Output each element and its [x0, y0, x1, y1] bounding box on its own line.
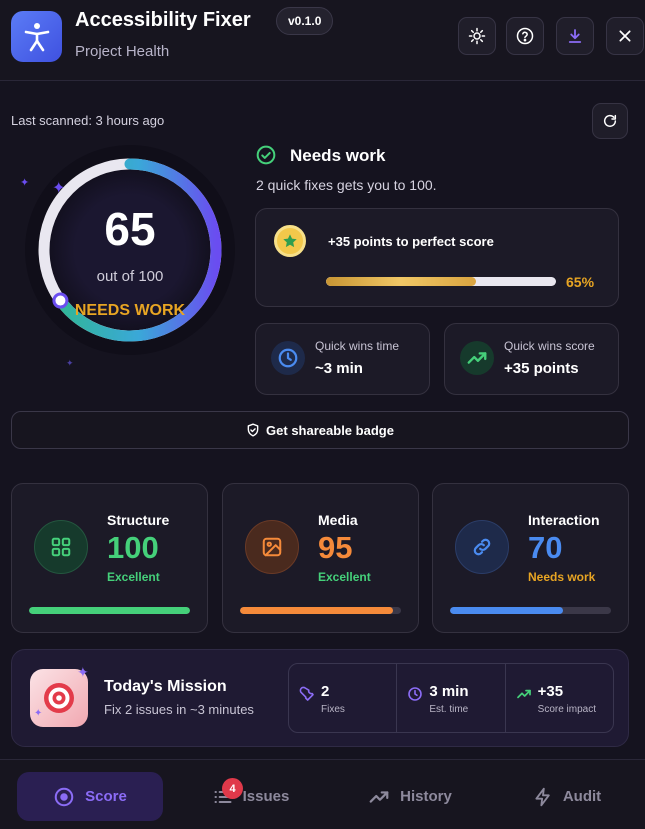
score-status: NEEDS WORK [74, 302, 186, 319]
category-rating: Excellent [107, 570, 160, 584]
trending-up-icon [460, 341, 494, 375]
link-icon [455, 520, 509, 574]
mission-stat-value: 2 [321, 683, 330, 700]
trending-up-icon [369, 790, 389, 803]
mission-stat-time: 3 min Est. time [397, 664, 506, 732]
quick-wins-time-value: ~3 min [315, 360, 363, 377]
tab-audit[interactable]: Audit [522, 772, 612, 821]
check-circle-icon [256, 145, 276, 165]
quick-wins-score-value: +35 points [504, 360, 579, 377]
get-badge-button[interactable]: Get shareable badge [11, 411, 629, 449]
tab-label: Issues [242, 788, 290, 805]
app-subtitle: Project Health [75, 43, 170, 60]
category-score: 70 [528, 530, 563, 565]
lightning-icon [535, 787, 550, 806]
mission-subtitle: Fix 2 issues in ~3 minutes [104, 702, 254, 717]
close-button[interactable] [606, 17, 644, 55]
tab-label: Audit [562, 788, 602, 805]
status-title: Needs work [290, 146, 386, 165]
mission-stat-label: Score impact [537, 704, 597, 715]
quick-wins-score-label: Quick wins score [504, 339, 595, 353]
category-rating: Excellent [318, 570, 371, 584]
wrench-icon [299, 686, 314, 701]
category-progress-track [29, 607, 190, 614]
category-progress-track [450, 607, 611, 614]
get-badge-label: Get shareable badge [266, 422, 394, 438]
mission-stat-fixes: 2 Fixes [289, 664, 398, 732]
version-badge: v0.1.0 [276, 7, 334, 35]
category-progress-fill [240, 607, 393, 614]
grid-icon [34, 520, 88, 574]
help-icon [516, 27, 534, 45]
sparkle-decoration: ✦ [77, 664, 89, 680]
mission-stat-label: Est. time [429, 704, 469, 715]
perfect-percent: 65% [566, 274, 595, 290]
target-icon [54, 787, 74, 806]
category-name: Structure [107, 512, 170, 528]
clock-icon [271, 341, 305, 375]
tab-score[interactable]: Score [17, 772, 163, 821]
status-subtitle: 2 quick fixes gets you to 100. [256, 177, 437, 193]
category-name: Interaction [528, 512, 600, 528]
category-progress-track [240, 607, 401, 614]
mission-stat-value: 3 min [429, 683, 469, 700]
sparkle-decoration: ✦ [52, 180, 66, 197]
settings-icon [468, 27, 486, 45]
clock-icon [408, 687, 423, 701]
category-score: 100 [107, 530, 159, 565]
download-icon [568, 29, 582, 43]
mission-title: Today's Mission [104, 678, 227, 695]
mission-stats: 2 Fixes 3 min Est. time +35 Score impact [288, 663, 614, 733]
perfect-score-card [255, 208, 619, 307]
perfect-progress-track [326, 277, 556, 286]
category-progress-fill [29, 607, 190, 614]
close-icon [619, 30, 631, 42]
settings-button[interactable] [458, 17, 496, 55]
category-rating: Needs work [528, 570, 596, 584]
sparkle-decoration: ✦ [66, 358, 74, 368]
download-button[interactable] [556, 17, 594, 55]
category-name: Media [318, 512, 358, 528]
shield-check-icon [247, 423, 259, 437]
app-title: Accessibility Fixer [75, 9, 251, 31]
perfect-progress-fill [326, 277, 476, 286]
tab-history[interactable]: History [360, 772, 460, 821]
refresh-button[interactable] [592, 103, 628, 139]
last-scanned-text: Last scanned: 3 hours ago [11, 113, 165, 128]
star-medal-icon [274, 225, 306, 257]
mission-stat-label: Fixes [321, 704, 345, 715]
score-value: 65 [104, 203, 156, 255]
image-icon [245, 520, 299, 574]
issues-count-badge: 4 [222, 778, 243, 799]
category-progress-fill [450, 607, 563, 614]
help-button[interactable] [506, 17, 544, 55]
sparkle-decoration: ✦ [20, 177, 30, 189]
tab-issues[interactable]: Issues [196, 772, 306, 821]
score-out-of: out of 100 [96, 268, 164, 285]
tab-label: History [400, 788, 452, 805]
perfect-score-label: +35 points to perfect score [328, 234, 494, 249]
refresh-icon [603, 114, 617, 127]
trending-up-icon [516, 689, 531, 699]
category-score: 95 [318, 530, 353, 565]
tab-label: Score [85, 788, 127, 805]
quick-wins-time-label: Quick wins time [315, 339, 400, 353]
sparkle-decoration: ✦ [34, 708, 43, 719]
accessibility-app-icon [11, 11, 62, 62]
mission-stat-value: +35 [537, 683, 564, 700]
mission-stat-impact: +35 Score impact [506, 664, 613, 732]
